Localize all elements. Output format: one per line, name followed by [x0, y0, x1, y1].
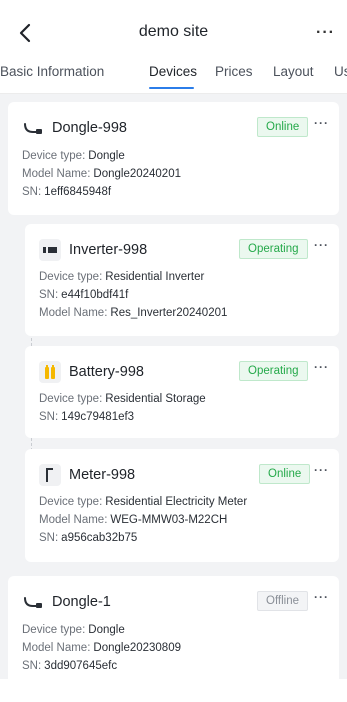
tab-prices[interactable]: Prices — [215, 64, 253, 79]
device-name: Meter-998 — [69, 467, 136, 483]
device-card-dongle-1[interactable]: Dongle-1 Offline ··· Device type: Dongle … — [8, 576, 339, 679]
device-info-line: Device type: Dongle — [22, 624, 125, 636]
device-info-line: SN: 3dd907645efc — [22, 660, 118, 672]
device-card-dongle-998[interactable]: Dongle-998 Online ··· Device type: Dongle… — [8, 102, 339, 215]
status-badge: Operating — [239, 239, 308, 259]
status-badge: Offline — [257, 591, 309, 611]
device-more-button[interactable]: ··· — [314, 360, 329, 374]
page-title: demo site — [138, 23, 209, 40]
inverter-icon — [39, 239, 61, 261]
bottom-safe-area — [0, 679, 347, 702]
tab-devices[interactable]: Devices — [149, 64, 197, 79]
device-info-line: Model Name: Res_Inverter20240201 — [39, 307, 228, 319]
device-name: Dongle-1 — [52, 594, 111, 610]
device-card-battery-998[interactable]: Battery-998 Operating ··· Device type: Re… — [25, 346, 339, 438]
device-header: Battery-998 — [39, 360, 144, 384]
device-info-line: Device type: Dongle — [22, 150, 125, 162]
device-more-button[interactable]: ··· — [314, 116, 329, 130]
battery-icon — [39, 361, 61, 383]
device-header: Dongle-998 — [22, 116, 127, 140]
device-more-button[interactable]: ··· — [314, 590, 329, 604]
device-more-button[interactable]: ··· — [314, 463, 329, 477]
status-badge: Online — [259, 464, 311, 484]
device-info-line: Device type: Residential Storage — [39, 393, 206, 405]
device-header: Meter-998 — [39, 463, 135, 487]
device-info-line: Device type: Residential Electricity Mete… — [39, 496, 248, 508]
status-badge: Online — [257, 117, 309, 137]
device-name: Dongle-998 — [52, 120, 127, 136]
device-header: Dongle-1 — [22, 590, 111, 614]
active-tab-indicator — [149, 87, 194, 89]
meter-icon — [39, 464, 61, 486]
more-options-button[interactable]: ··· — [316, 24, 335, 42]
device-list[interactable]: Dongle-998 Online ··· Device type: Dongle… — [0, 94, 347, 679]
device-info-line: Model Name: WEG-MMW03-M22CH — [39, 514, 228, 526]
dongle-icon — [22, 117, 44, 139]
tab-users[interactable]: Us — [334, 64, 347, 79]
device-more-button[interactable]: ··· — [314, 238, 329, 252]
device-info-line: SN: e44f10bdf41f — [39, 289, 129, 301]
device-card-inverter-998[interactable]: Inverter-998 Operating ··· Device type: R… — [25, 224, 339, 336]
device-info-line: Model Name: Dongle20230809 — [22, 642, 181, 654]
device-info-line: Model Name: Dongle20240201 — [22, 168, 181, 180]
tab-bar: Basic Information Devices Prices Layout … — [0, 54, 347, 94]
status-badge: Operating — [239, 361, 308, 381]
device-info-line: SN: a956cab32b75 — [39, 532, 138, 544]
device-info-line: Device type: Residential Inverter — [39, 271, 205, 283]
device-info-line: SN: 149c79481ef3 — [39, 411, 135, 423]
device-info-line: SN: 1eff6845948f — [22, 186, 112, 198]
device-name: Inverter-998 — [69, 242, 148, 258]
device-name: Battery-998 — [69, 364, 144, 380]
tab-layout[interactable]: Layout — [273, 64, 314, 79]
tab-basic-information[interactable]: Basic Information — [0, 64, 104, 79]
device-card-meter-998[interactable]: Meter-998 Online ··· Device type: Residen… — [25, 449, 339, 562]
top-nav-bar: demo site ··· — [0, 14, 347, 54]
dongle-icon — [22, 591, 44, 613]
device-header: Inverter-998 — [39, 238, 147, 262]
